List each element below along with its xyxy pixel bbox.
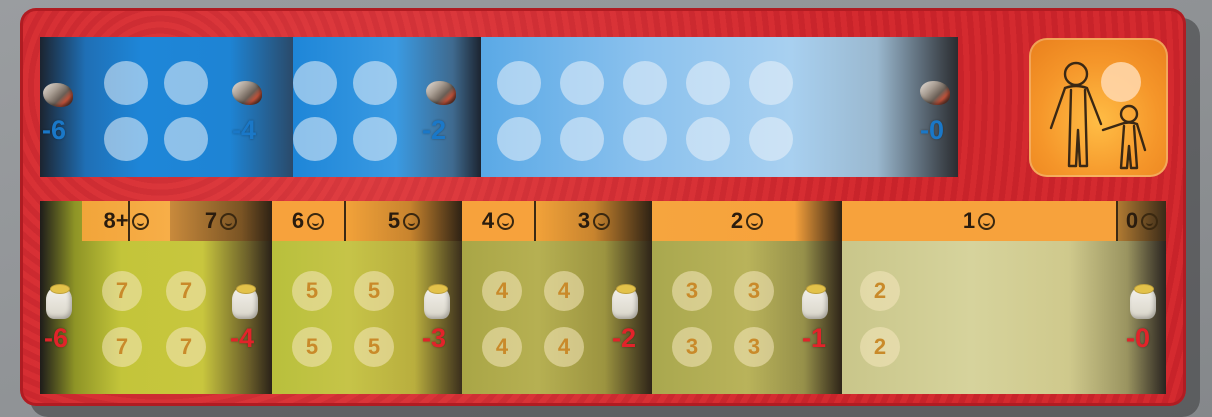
stone-slot[interactable] — [749, 117, 793, 161]
smiley-icon — [220, 212, 238, 230]
score-header: 3 — [536, 201, 652, 241]
grain-penalty: -6 — [44, 323, 69, 353]
stone-penalty: -2 — [422, 115, 447, 145]
grain-slot[interactable]: 3 — [672, 327, 712, 367]
stone-penalty: -4 — [232, 115, 257, 145]
family-tile[interactable] — [1029, 38, 1168, 177]
stone-segment-1 — [40, 37, 293, 177]
score-header: 8+ — [82, 201, 170, 241]
stone-slot[interactable] — [686, 61, 730, 105]
stone-penalty: -0 — [920, 115, 945, 145]
smiley-icon — [1141, 212, 1159, 230]
grain-penalty: -1 — [802, 323, 827, 353]
grain-slot[interactable]: 2 — [860, 327, 900, 367]
grain-slot[interactable]: 3 — [672, 271, 712, 311]
smiley-icon — [497, 212, 515, 230]
stone-slot[interactable] — [686, 117, 730, 161]
grain-sack-icon — [802, 284, 828, 319]
smiley-icon — [307, 212, 325, 230]
grain-sack-icon — [1130, 284, 1156, 319]
grain-sack-icon — [46, 284, 72, 319]
stone-slot[interactable] — [623, 117, 667, 161]
stone-slot[interactable] — [353, 61, 397, 105]
grain-slot[interactable]: 3 — [734, 271, 774, 311]
stone-slot[interactable] — [497, 61, 541, 105]
stone-penalty: -6 — [42, 115, 67, 145]
grain-sack-icon — [232, 284, 258, 319]
grain-slot[interactable]: 7 — [102, 271, 142, 311]
grain-slot[interactable]: 4 — [482, 327, 522, 367]
stone-slot[interactable] — [623, 61, 667, 105]
stone-slot[interactable] — [749, 61, 793, 105]
grain-slot[interactable]: 5 — [354, 271, 394, 311]
grain-penalty: -3 — [422, 323, 447, 353]
score-header: 6 — [272, 201, 344, 241]
score-header: 2 — [652, 201, 842, 241]
grain-sack-icon — [612, 284, 638, 319]
grain-slot[interactable]: 5 — [292, 327, 332, 367]
grain-track: 8+ 7 6 5 4 3 2 1 0 7 7 7 7 5 5 5 5 4 4 4… — [40, 201, 1166, 394]
smiley-icon — [978, 212, 996, 230]
grain-slot[interactable]: 5 — [354, 327, 394, 367]
header-divider — [128, 201, 130, 241]
smiley-icon — [403, 212, 421, 230]
score-header: 5 — [346, 201, 462, 241]
smiley-icon — [746, 212, 764, 230]
grain-sack-icon — [424, 284, 450, 319]
stone-slot[interactable] — [497, 117, 541, 161]
stone-slot[interactable] — [104, 61, 148, 105]
grain-penalty: -4 — [230, 323, 255, 353]
stone-slot[interactable] — [293, 61, 337, 105]
score-header: 7 — [170, 201, 272, 241]
score-header: 1 — [842, 201, 1116, 241]
player-board: -6 -4 -2 -0 8+ 7 6 5 4 3 2 1 0 7 7 7 7 5… — [20, 8, 1186, 406]
smiley-icon — [131, 212, 149, 230]
grain-slot[interactable]: 7 — [166, 327, 206, 367]
stone-slot[interactable] — [164, 61, 208, 105]
grain-slot[interactable]: 4 — [544, 327, 584, 367]
stone-slot[interactable] — [104, 117, 148, 161]
score-header: 0 — [1118, 201, 1166, 241]
grain-slot[interactable]: 4 — [482, 271, 522, 311]
score-header: 4 — [462, 201, 534, 241]
stone-slot[interactable] — [560, 117, 604, 161]
grain-slot[interactable]: 3 — [734, 327, 774, 367]
stone-track: -6 -4 -2 -0 — [40, 37, 958, 177]
smiley-icon — [593, 212, 611, 230]
stone-slot[interactable] — [293, 117, 337, 161]
stone-slot[interactable] — [353, 117, 397, 161]
grain-slot[interactable]: 4 — [544, 271, 584, 311]
stone-slot[interactable] — [164, 117, 208, 161]
grain-penalty: -0 — [1126, 323, 1151, 353]
grain-slot[interactable]: 7 — [102, 327, 142, 367]
grain-slot[interactable]: 2 — [860, 271, 900, 311]
grain-slot[interactable]: 5 — [292, 271, 332, 311]
grain-slot[interactable]: 7 — [166, 271, 206, 311]
parent-child-icon — [1049, 61, 1147, 170]
grain-penalty: -2 — [612, 323, 637, 353]
stone-slot[interactable] — [560, 61, 604, 105]
